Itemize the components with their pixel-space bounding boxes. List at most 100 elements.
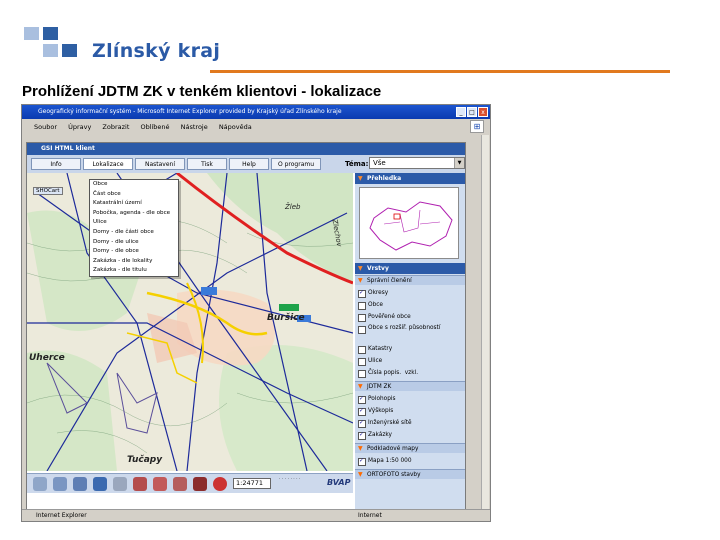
triangle-down-icon: ▼: [358, 175, 363, 182]
menu-file[interactable]: Soubor: [34, 123, 57, 131]
menu-item-zakazka-lokality[interactable]: Zakázka - dle lokality: [90, 257, 178, 267]
overview-map-canvas: [369, 201, 453, 251]
logo-square: [43, 27, 58, 40]
triangle-down-icon: ▼: [358, 265, 363, 272]
layer-obce[interactable]: Obce: [358, 300, 462, 310]
layer-obce-rozsirena[interactable]: Obce s rozšíř. působností: [358, 324, 462, 342]
measure-icon[interactable]: [133, 477, 147, 491]
menu-item-ulice[interactable]: Ulice: [90, 218, 178, 228]
window-titlebar: Geografický informační systém - Microsof…: [22, 105, 490, 119]
map-label: Buršice: [267, 313, 305, 323]
ortofoto-label: ORTOFOTO stavby: [367, 472, 421, 478]
map-toolbar: 1:24771 · · · · · · · · BVAP: [27, 473, 353, 493]
menu-bar: Soubor Úpravy Zobrazit Oblíbené Nástroje…: [22, 120, 490, 134]
tema-label: Téma:: [345, 160, 369, 168]
layer-katastry[interactable]: Katastry: [358, 344, 462, 354]
refresh-icon[interactable]: [213, 477, 227, 491]
logo-square: [43, 44, 58, 57]
layers-panel: ▼ Přehledka ▼ Vrstvy ▼ Správní členění Okre…: [355, 173, 465, 509]
page-title: Prohlížení JDTM ZK v tenkém klientovi - …: [22, 83, 382, 100]
menu-view[interactable]: Zobrazit: [102, 123, 129, 131]
tab-nastaveni[interactable]: Nastavení: [135, 158, 185, 170]
tab-bar: Info Lokalizace Nastavení Tisk Help O pr…: [27, 155, 465, 173]
layer-polohopis[interactable]: Polohopis: [358, 394, 462, 404]
layer-okresy[interactable]: Okresy: [358, 288, 462, 298]
logo-square: [62, 44, 77, 57]
menu-item-obce[interactable]: Obce: [90, 180, 178, 190]
vrstvy-label: Vrstvy: [367, 265, 389, 272]
draw-icon[interactable]: [153, 477, 167, 491]
status-zone: Internet: [358, 512, 382, 519]
layer-zakazky[interactable]: Zakázky: [358, 430, 462, 440]
triangle-down-icon: ▼: [358, 277, 363, 284]
menu-favorites[interactable]: Oblíbené: [140, 123, 169, 131]
close-button[interactable]: x: [478, 107, 488, 117]
spravni-cleneni-header[interactable]: ▼ Správní členění: [355, 275, 465, 285]
logo-square: [24, 27, 39, 40]
zoom-in-icon[interactable]: [53, 477, 67, 491]
triangle-down-icon: ▼: [358, 383, 363, 390]
map-label: Uherce: [29, 353, 65, 363]
podklad-label: Podkladové mapy: [367, 446, 419, 452]
menu-item-domy-obce[interactable]: Domy - dle obce: [90, 247, 178, 257]
spravni-cleneni-label: Správní členění: [367, 278, 412, 284]
app-header: GSI HTML klient: [27, 143, 465, 155]
tab-info[interactable]: Info: [31, 158, 81, 170]
layer-cisla-popis[interactable]: Čísla popis. vzkl.: [358, 368, 462, 378]
jdtm-header[interactable]: ▼ JDTM ZK: [355, 381, 465, 391]
menu-help[interactable]: Nápověda: [219, 123, 252, 131]
pan-icon[interactable]: [33, 477, 47, 491]
podklad-header[interactable]: ▼ Podkladové mapy: [355, 443, 465, 453]
tab-o-programu[interactable]: O programu: [271, 158, 321, 170]
status-bar: Internet Explorer Internet: [22, 509, 490, 521]
map-label: Tučapy: [127, 455, 163, 465]
tab-lokalizace[interactable]: Lokalizace: [83, 158, 133, 170]
menu-item-katastralni-uzemi[interactable]: Katastrální území: [90, 199, 178, 209]
jdtm-label: JDTM ZK: [367, 384, 392, 390]
menu-item-zakazka-titulu[interactable]: Zakázka - dle titulu: [90, 266, 178, 276]
print-icon[interactable]: [173, 477, 187, 491]
chevron-down-icon: ▼: [454, 158, 464, 168]
header-divider: [210, 70, 670, 73]
info-icon[interactable]: [93, 477, 107, 491]
maximize-button[interactable]: □: [467, 107, 477, 117]
zoom-out-icon[interactable]: [73, 477, 87, 491]
select-icon[interactable]: [113, 477, 127, 491]
prehledka-label: Přehledka: [367, 175, 402, 182]
logo-text: Zlínský kraj: [92, 40, 221, 62]
map-label: Žleb: [285, 203, 301, 211]
clear-icon[interactable]: [193, 477, 207, 491]
triangle-down-icon: ▼: [358, 445, 363, 452]
bvap-logo: BVAP: [327, 478, 351, 487]
coordinate-readout: · · · · · · · ·: [279, 477, 301, 482]
scale-input[interactable]: 1:24771: [233, 478, 271, 489]
lokalizace-menu: Obce Část obce Katastrální území Pobočka…: [89, 179, 179, 277]
layer-poverene-obce[interactable]: Pověřené obce: [358, 312, 462, 322]
minimize-button[interactable]: _: [456, 107, 466, 117]
tab-help[interactable]: Help: [229, 158, 269, 170]
menu-item-domy-ulice[interactable]: Domy - dle ulice: [90, 238, 178, 248]
tab-tisk[interactable]: Tisk: [187, 158, 227, 170]
layer-mapa-50000[interactable]: Mapa 1:50 000: [358, 456, 462, 466]
windows-logo-icon: ⊞: [470, 120, 484, 133]
vertical-scrollbar[interactable]: [481, 135, 489, 510]
vrstvy-header[interactable]: ▼ Vrstvy: [355, 263, 465, 274]
menu-item-pobocka[interactable]: Pobočka, agenda - dle obce: [90, 209, 178, 219]
overview-map[interactable]: [359, 187, 459, 259]
menu-item-domy-cast-obce[interactable]: Domy - dle části obce: [90, 228, 178, 238]
menu-edit[interactable]: Úpravy: [68, 123, 91, 131]
menu-item-cast-obce[interactable]: Část obce: [90, 190, 178, 200]
tema-select[interactable]: Vše ▼: [369, 157, 465, 169]
prehledka-header[interactable]: ▼ Přehledka: [355, 173, 465, 184]
gis-app: GSI HTML klient Info Lokalizace Nastaven…: [26, 142, 466, 510]
overview-tag: SHOCart: [33, 187, 63, 195]
status-text: Internet Explorer: [36, 512, 87, 519]
window-title: Geografický informační systém - Microsof…: [38, 108, 342, 115]
layer-vyskopis[interactable]: Výškopis: [358, 406, 462, 416]
ortofoto-header[interactable]: ▼ ORTOFOTO stavby: [355, 469, 465, 479]
map-view[interactable]: SHOCart Žleb Zlechov Buršice Tučapy Uher…: [27, 173, 353, 471]
layer-ulice[interactable]: Ulice: [358, 356, 462, 366]
browser-window: Geografický informační systém - Microsof…: [21, 104, 491, 522]
layer-inzenyrske-site[interactable]: Inženýrské sítě: [358, 418, 462, 428]
menu-tools[interactable]: Nástroje: [181, 123, 208, 131]
